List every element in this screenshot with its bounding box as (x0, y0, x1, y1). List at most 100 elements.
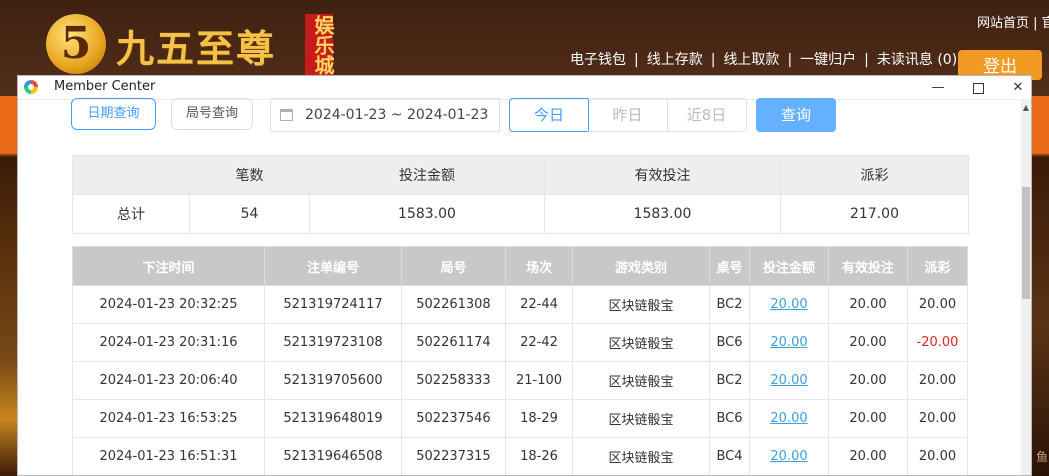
col-game-type[interactable]: 游戏类别 (572, 246, 710, 286)
summary-header-bet: 投注金额 (309, 155, 545, 195)
cell-game: 区块链骰宝 (572, 437, 710, 475)
cell-session: 18-29 (505, 399, 573, 438)
nav-separator: | (787, 52, 793, 68)
cell-time: 2024-01-23 20:06:40 (72, 361, 265, 400)
cell-bet-no: 521319648019 (264, 399, 402, 438)
quick-last8-button[interactable]: 近8日 (667, 98, 747, 132)
cell-time: 2024-01-23 20:31:16 (72, 323, 265, 362)
cell-bet-no: 521319723108 (264, 323, 402, 362)
col-bet-time[interactable]: 下注时间 (72, 246, 265, 286)
cell-valid: 20.00 (828, 285, 908, 324)
cell-game: 区块链骰宝 (572, 361, 710, 400)
summary-total-payout: 217.00 (780, 194, 969, 234)
summary-table: 笔数 投注金额 有效投注 派彩 总计 54 1583.00 1583.00 21… (72, 155, 969, 234)
cell-valid: 20.00 (828, 437, 908, 475)
search-button[interactable]: 查询 (756, 98, 836, 132)
summary-total-count: 54 (189, 194, 310, 234)
date-range-input[interactable]: 2024-01-23 ~ 2024-01-23 (270, 98, 500, 132)
col-bet-number[interactable]: 注单编号 (264, 246, 402, 286)
scroll-up-arrow-icon[interactable]: ▲ (1021, 103, 1031, 113)
nav-deposit[interactable]: 线上存款 (647, 52, 703, 68)
date-range-value: 2024-01-23 ~ 2024-01-23 (305, 107, 489, 123)
col-table[interactable]: 桌号 (709, 246, 750, 286)
summary-header-valid: 有效投注 (544, 155, 781, 195)
logo-mark: 5 (46, 14, 106, 74)
minimize-button[interactable]: — (919, 76, 957, 99)
maximize-button[interactable] (959, 76, 997, 99)
cell-table: BC2 (709, 285, 750, 324)
nav-separator: | (710, 52, 716, 68)
summary-total-label: 总计 (72, 194, 190, 234)
window-content: 日期查询 局号查询 2024-01-23 ~ 2024-01-23 今日 昨日 … (18, 98, 1021, 475)
cell-payout: 20.00 (907, 285, 968, 324)
table-row: 2024-01-23 20:32:25 521319724117 5022613… (72, 285, 968, 324)
cell-game: 区块链骰宝 (572, 323, 710, 362)
nav-transfer-all[interactable]: 一键归户 (800, 52, 856, 68)
cell-bet-link: 20.00 (749, 399, 829, 438)
cell-payout: 20.00 (907, 361, 968, 400)
cell-valid: 20.00 (828, 323, 908, 362)
quick-yesterday-button[interactable]: 昨日 (588, 98, 668, 132)
cell-payout: -20.00 (907, 323, 968, 362)
cell-time: 2024-01-23 20:32:25 (72, 285, 265, 324)
cell-bet-link: 20.00 (749, 323, 829, 362)
bet-amount-link[interactable]: 20.00 (770, 449, 807, 464)
nav-withdraw[interactable]: 线上取款 (723, 52, 779, 68)
col-session[interactable]: 场次 (505, 246, 573, 286)
quick-today-button[interactable]: 今日 (509, 98, 589, 132)
cell-game: 区块链骰宝 (572, 399, 710, 438)
table-row: 2024-01-23 16:51:31 521319646508 5022373… (72, 437, 968, 475)
cell-bet-link: 20.00 (749, 437, 829, 475)
cell-round: 502237315 (401, 437, 506, 475)
cell-payout: 20.00 (907, 399, 968, 438)
cell-time: 2024-01-23 16:53:25 (72, 399, 265, 438)
cell-bet-no: 521319724117 (264, 285, 402, 324)
bet-amount-link[interactable]: 20.00 (770, 297, 807, 312)
nav-separator: | (634, 52, 639, 68)
vertical-scrollbar[interactable]: ▲ (1021, 99, 1031, 475)
tab-round-query[interactable]: 局号查询 (171, 98, 253, 130)
cell-session: 21-100 (505, 361, 573, 400)
nav-messages[interactable]: 未读讯息 (0) (877, 52, 957, 68)
site-side-right (1032, 96, 1049, 476)
window-title: Member Center (54, 79, 156, 94)
tab-date-query[interactable]: 日期查询 (71, 98, 156, 130)
site-side-text: 鱼 (1036, 450, 1049, 464)
cell-bet-link: 20.00 (749, 361, 829, 400)
summary-total-valid: 1583.00 (544, 194, 781, 234)
col-payout[interactable]: 派彩 (907, 246, 968, 286)
bet-amount-link[interactable]: 20.00 (770, 335, 807, 350)
logo-tag: 娱乐城 (305, 14, 335, 76)
window-titlebar[interactable]: Member Center — ✕ (18, 76, 1031, 100)
summary-total-row: 总计 54 1583.00 1583.00 217.00 (72, 194, 969, 234)
nav-separator: | (864, 52, 869, 68)
cell-session: 22-44 (505, 285, 573, 324)
cell-table: BC2 (709, 361, 750, 400)
site-top-links[interactable]: 网站首页 | 官 (977, 12, 1049, 31)
cell-game: 区块链骰宝 (572, 285, 710, 324)
cell-round: 502261174 (401, 323, 506, 362)
nav-wallet[interactable]: 电子钱包 (570, 52, 626, 68)
member-center-window: Member Center — ✕ 日期查询 局号查询 2024-01-23 ~… (17, 75, 1032, 476)
col-bet-amount[interactable]: 投注金额 (749, 246, 829, 286)
cell-table: BC4 (709, 437, 750, 475)
col-valid-bet[interactable]: 有效投注 (828, 246, 908, 286)
col-round[interactable]: 局号 (401, 246, 506, 286)
cell-session: 22-42 (505, 323, 573, 362)
filter-row: 日期查询 局号查询 2024-01-23 ~ 2024-01-23 今日 昨日 … (18, 98, 1021, 138)
summary-header-payout: 派彩 (780, 155, 969, 195)
cell-round: 502261308 (401, 285, 506, 324)
cell-valid: 20.00 (828, 399, 908, 438)
cell-table: BC6 (709, 399, 750, 438)
calendar-icon (280, 109, 293, 121)
cell-table: BC6 (709, 323, 750, 362)
bet-amount-link[interactable]: 20.00 (770, 373, 807, 388)
summary-total-bet: 1583.00 (309, 194, 545, 234)
cell-bet-no: 521319705600 (264, 361, 402, 400)
cell-bet-link: 20.00 (749, 285, 829, 324)
cell-round: 502237546 (401, 399, 506, 438)
close-button[interactable]: ✕ (999, 76, 1031, 99)
bet-amount-link[interactable]: 20.00 (770, 411, 807, 426)
scroll-thumb[interactable] (1022, 187, 1030, 299)
table-row: 2024-01-23 16:53:25 521319648019 5022375… (72, 399, 968, 438)
